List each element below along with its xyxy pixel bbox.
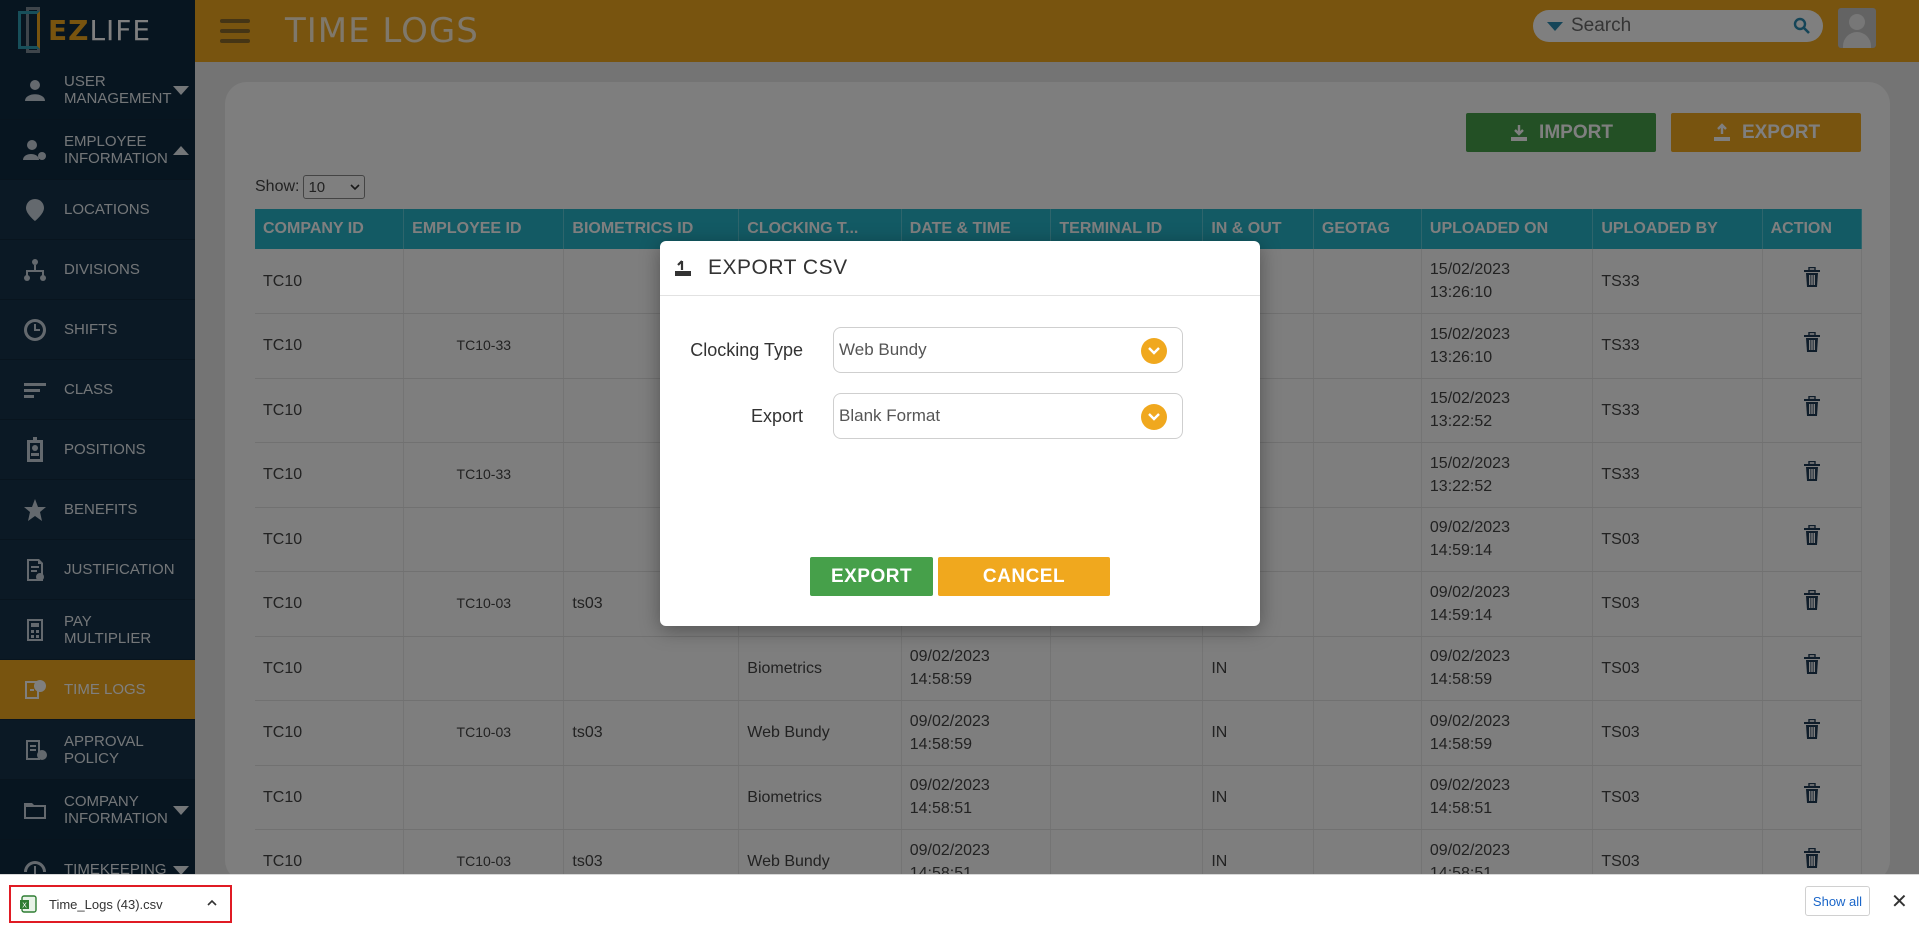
export-csv-icon <box>675 260 691 276</box>
export-format-label: Export <box>750 405 803 426</box>
modal-export-button[interactable]: EXPORT <box>810 557 933 596</box>
show-all-button[interactable]: Show all <box>1805 886 1870 916</box>
download-bar: X Time_Logs (43).csv Show all ✕ <box>0 874 1919 926</box>
clocking-type-label: Clocking Type <box>690 339 803 360</box>
clocking-type-select[interactable]: Web Bundy <box>833 327 1183 373</box>
modal-title: EXPORT CSV <box>708 256 848 279</box>
chevron-up-icon[interactable] <box>206 897 218 909</box>
export-format-value: Blank Format <box>839 406 941 425</box>
csv-file-icon: X <box>20 895 37 913</box>
chevron-down-icon <box>1141 404 1167 430</box>
download-item[interactable]: X Time_Logs (43).csv <box>9 885 232 923</box>
download-file-name: Time_Logs (43).csv <box>49 896 163 912</box>
chevron-down-icon <box>1141 338 1167 364</box>
modal-header: EXPORT CSV <box>660 241 1260 296</box>
svg-text:X: X <box>22 902 27 910</box>
export-format-select[interactable]: Blank Format <box>833 393 1183 439</box>
modal-cancel-button[interactable]: CANCEL <box>938 557 1110 596</box>
export-format-row: Export Blank Format <box>660 393 1183 439</box>
export-csv-modal: EXPORT CSV Clocking Type Web Bundy Expor… <box>660 241 1260 626</box>
clocking-type-value: Web Bundy <box>839 340 927 359</box>
close-icon[interactable]: ✕ <box>1891 889 1908 914</box>
clocking-type-row: Clocking Type Web Bundy <box>660 327 1183 373</box>
